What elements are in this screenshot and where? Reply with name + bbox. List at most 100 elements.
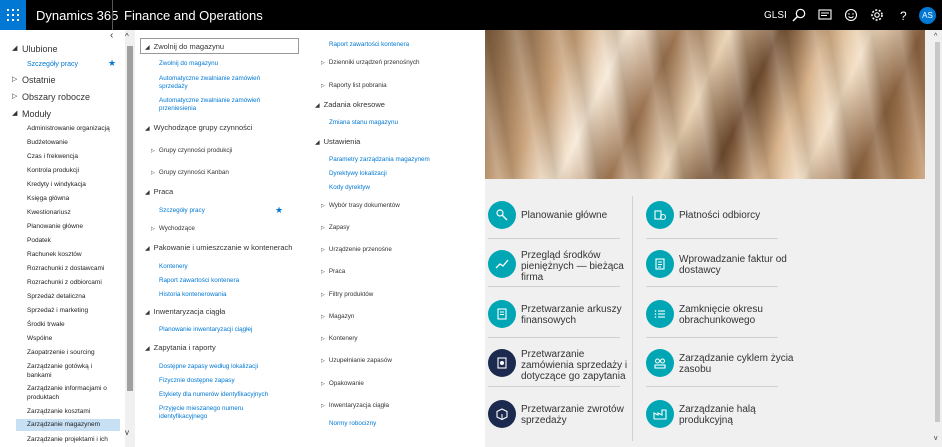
menu-subgroup[interactable]: ▷ Dzienniki urządzeń przenośnych [321,59,420,66]
menu-subgroup[interactable]: ▷ Wybór trasy dokumentów [321,202,400,209]
module-item[interactable]: Zarządzanie projektami i ich [27,436,108,443]
workspace-tile[interactable]: Płatności odbiorcy [646,201,796,241]
module-item[interactable]: Rozrachunki z dostawcami [27,265,104,272]
menu-link[interactable]: Zmiana stanu magazynu [329,119,398,127]
module-item[interactable]: Administrowanie organizacją [27,125,110,132]
module-item[interactable]: Sprzedaż detaliczna [27,293,86,300]
menu-link[interactable]: Raport zawartości kontenera [329,41,409,49]
menu-subgroup[interactable]: ▷ Uzupełnianie zapasów [321,357,392,364]
module-item[interactable]: Rozrachunki z odbiorcami [27,279,102,286]
company-picker[interactable]: GLSI [764,10,787,21]
workspace-tile[interactable]: Przetwarzanie zwrotów sprzedaży [488,400,638,440]
tile-label: Planowanie główne [521,210,608,221]
scroll-down-arrow-icon[interactable]: v [934,435,938,442]
menu-subgroup[interactable]: ▷ Urządzenie przenośne [321,246,392,253]
favorite-star-icon[interactable]: ★ [275,205,283,216]
module-item[interactable]: Podatek [27,237,51,244]
tile-label: Przetwarzanie arkuszy finansowych [521,304,622,326]
app-launcher-button[interactable] [0,0,26,30]
menu-subgroup[interactable]: ▷ Filtry produktów [321,291,373,298]
workspace-tile[interactable]: Planowanie główne [488,201,638,241]
gear-icon[interactable] [869,7,885,23]
menu-link[interactable]: Parametry zarządzania magazynem [329,156,430,164]
brand-title[interactable]: Dynamics 365 [36,8,118,23]
workspace-tile[interactable]: Przetwarzanie zamówienia sprzedaży i dot… [488,349,638,389]
scrollbar-thumb[interactable] [935,42,940,422]
help-icon[interactable]: ? [895,7,911,23]
menu-subgroup[interactable]: ▷ Grupy czynności Kanban [151,169,229,176]
scroll-up-arrow-icon[interactable]: ^ [934,33,937,40]
avatar[interactable]: AS [919,7,936,24]
workspace-tile[interactable]: Przegląd środków pieniężnych — bieżąca f… [488,250,638,290]
menu-link[interactable]: Historia kontenerowania [159,291,227,299]
module-item[interactable]: Księga główna [27,195,69,202]
favorite-star-icon[interactable]: ★ [108,58,116,69]
module-item[interactable]: Środki trwałe [27,321,65,328]
menu-link[interactable]: Kontenery [159,263,188,271]
module-item[interactable]: Kontrola produkcji [27,167,79,174]
menu-link[interactable]: Planowanie inwentaryzacji ciągłej [159,326,252,334]
module-item[interactable]: Kwestionariusz [27,209,71,216]
module-item[interactable]: Wspólne [27,335,52,342]
module-item[interactable]: Czas i frekwencja [27,153,78,160]
menu-link[interactable]: Etykiety dla numerów identyfikacyjnych [159,391,268,399]
menu-group-header[interactable]: ◢ Zapytania i raporty [145,343,216,352]
menu-link[interactable]: Automatyczne zwalnianie zamówień sprzeda… [159,75,271,91]
scroll-down-arrow-icon[interactable]: v [125,428,129,437]
smiley-icon[interactable] [843,7,859,23]
menu-group-header[interactable]: ◢ Pakowanie i umieszczanie w kontenerach [145,243,292,252]
menu-group-header[interactable]: ◢ Ustawienia [315,137,360,146]
message-icon[interactable] [817,7,833,23]
module-item[interactable]: Rachunek kosztów [27,251,82,258]
module-item[interactable]: Zarządzanie kosztami [27,408,90,415]
page-scrollbar[interactable]: ^ v [933,30,942,447]
menu-subgroup[interactable]: ▷ Inwentaryzacja ciągła [321,402,389,409]
menu-group-header[interactable]: ◢ Praca [145,187,173,196]
favorite-item[interactable]: Szczegóły pracy [27,61,78,68]
menu-link[interactable]: Dostępne zapasy według lokalizacji [159,363,258,371]
menu-link[interactable]: Kody dyrektyw [329,184,370,192]
module-item[interactable]: Kredyty i windykacja [27,181,86,188]
module-item[interactable]: Zarządzanie informacjami o produktach [27,384,117,402]
module-item[interactable]: Zarządzanie gotówką i bankami [27,362,117,380]
menu-subgroup[interactable]: ▷ Raporty list pobrania [321,82,387,89]
tile-label: Przegląd środków pieniężnych — bieżąca f… [521,250,624,283]
module-item[interactable]: Planowanie główne [27,223,83,230]
menu-link[interactable]: Fizycznie dostępne zapasy [159,377,235,385]
collapse-nav-chevron-icon[interactable]: ‹ [110,30,113,41]
module-item-selected[interactable]: Zarządzanie magazynem [16,419,120,431]
menu-group-header[interactable]: ◢ Zadania okresowe [315,100,385,109]
collapsed-triangle-icon: ▷ [321,381,325,387]
workspace-tile[interactable]: Zarządzanie cyklem życia zasobu [646,349,796,389]
menu-subgroup[interactable]: ▷ Kontenery [321,335,358,342]
search-icon[interactable] [791,7,807,23]
menu-subgroup[interactable]: ▷ Praca [321,268,345,275]
menu-subgroup[interactable]: ▷ Opakowanie [321,380,364,387]
tile-icon-circle [646,400,674,428]
menu-link[interactable]: Dyrektywy lokalizacji [329,170,387,178]
menu-link[interactable]: Zwolnij do magazynu [159,60,218,68]
menu-link[interactable]: Raport zawartości kontenera [159,277,239,285]
module-item[interactable]: Zaopatrzenie i sourcing [27,349,95,356]
workspace-tile[interactable]: Przetwarzanie arkuszy finansowych [488,300,638,340]
workspace-tile[interactable]: Zamknięcie okresu obrachunkowego [646,300,796,340]
menu-group-header[interactable]: ◢ Wychodzące grupy czynności [145,123,252,132]
workspace-tile[interactable]: Wprowadzanie faktur od dostawcy [646,250,796,290]
module-item[interactable]: Sprzedaż i marketing [27,307,88,314]
menu-link[interactable]: Automatyczne zwalnianie zamówień przenie… [159,97,271,113]
menu-group-header[interactable]: ◢ Inwentaryzacja ciągła [145,307,225,316]
workspace-tile[interactable]: Zarządzanie halą produkcyjną [646,400,796,440]
menu-link[interactable]: Normy robocizny [329,420,376,428]
module-item[interactable]: Budżetowanie [27,139,68,146]
menu-subgroup[interactable]: ▷ Wychodzące [151,225,195,232]
scrollbar-thumb[interactable] [127,46,133,391]
menu-subgroup[interactable]: ▷ Zapasy [321,224,350,231]
menu-link[interactable]: Szczegóły pracy [159,207,205,215]
menu-subgroup[interactable]: ▷ Magazyn [321,313,354,320]
menu-link[interactable]: Przyjęcie mieszanego numeru identyfikacy… [159,405,271,421]
nav-scrollbar[interactable]: ^ v [125,30,135,447]
menu-subgroup[interactable]: ▷ Grupy czynności produkcji [151,147,232,154]
scroll-up-arrow-icon[interactable]: ^ [125,32,129,41]
menu-group-header[interactable]: ◢ Zwolnij do magazynu [145,42,224,51]
tile-label: Przetwarzanie zwrotów sprzedaży [521,404,624,426]
